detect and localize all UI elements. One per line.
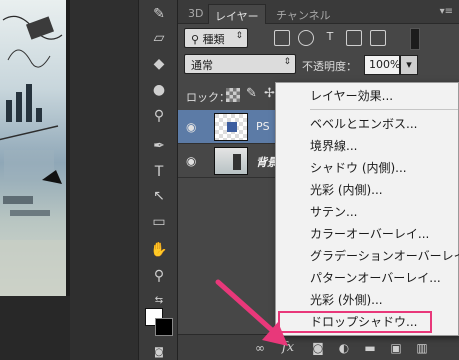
- menu-item-satin[interactable]: サテン...: [276, 201, 459, 223]
- panel-menu-icon[interactable]: ▾≡: [440, 6, 453, 17]
- type-filter-icon[interactable]: T: [322, 30, 338, 46]
- dodge-icon[interactable]: ⚲: [148, 106, 170, 126]
- menu-item-outer-glow[interactable]: 光彩 (外側)...: [276, 289, 459, 311]
- blend-mode-select[interactable]: 通常 ⇕: [184, 54, 296, 74]
- paint-bucket-icon[interactable]: ◆: [148, 54, 170, 74]
- blend-mode-value: 通常: [191, 59, 213, 72]
- layer-filter-select[interactable]: ⚲ 種類 ⇕: [184, 28, 248, 48]
- new-layer-icon[interactable]: ▣: [388, 340, 404, 356]
- menu-item-pattern-overlay[interactable]: パターンオーバーレイ...: [276, 267, 459, 289]
- opacity-dropdown-button[interactable]: ▾: [400, 55, 418, 75]
- thumbnail-content: [227, 122, 237, 132]
- fx-button[interactable]: fx: [280, 340, 296, 356]
- panel-tab-bar: 3D レイヤー チャンネル ▾≡: [178, 0, 459, 24]
- menu-item-drop-shadow[interactable]: ドロップシャドウ...: [278, 311, 432, 333]
- filter-toggle-switch[interactable]: [410, 28, 420, 50]
- tab-channels[interactable]: チャンネル: [270, 4, 337, 24]
- artwork-image: [0, 0, 66, 296]
- type-tool-icon[interactable]: T: [148, 162, 170, 182]
- tools-panel: ✎ ▱ ◆ ● ⚲ ✒ T ↖ ▭ ✋ ⚲ ⇆ ◙: [138, 0, 178, 360]
- pixel-filter-icon[interactable]: [274, 30, 290, 46]
- delete-layer-icon[interactable]: ▥: [414, 340, 430, 356]
- thumbnail-content: [233, 154, 241, 170]
- smart-object-filter-icon[interactable]: [370, 30, 386, 46]
- blur-icon[interactable]: ●: [148, 80, 170, 100]
- zoom-tool-icon[interactable]: ⚲: [148, 266, 170, 286]
- menu-item-gradient-overlay[interactable]: グラデーションオーバーレイ...: [276, 245, 459, 267]
- layers-panel-footer: ∞ fx ◙ ◐ ▬ ▣ ▥: [178, 334, 459, 360]
- lock-brush-icon[interactable]: ✎: [246, 86, 257, 101]
- layer-name-ps[interactable]: PS: [256, 120, 270, 133]
- menu-item-inner-glow[interactable]: 光彩 (内側)...: [276, 179, 459, 201]
- filter-search-icon: ⚲: [191, 33, 203, 46]
- opacity-field[interactable]: 100%: [364, 55, 400, 75]
- lock-position-icon[interactable]: ✢: [264, 86, 275, 101]
- adjustment-filter-icon[interactable]: [298, 30, 314, 46]
- history-brush-icon[interactable]: ✎: [148, 4, 170, 24]
- menu-separator: [310, 109, 458, 110]
- canvas-area[interactable]: [0, 0, 138, 360]
- eye-icon[interactable]: ◉: [186, 154, 202, 168]
- filter-kind-label: 種類: [202, 33, 225, 46]
- menu-item-bevel-emboss[interactable]: ベベルとエンボス...: [276, 113, 459, 135]
- chevron-down-icon: ⇕: [235, 31, 243, 41]
- opacity-label: 不透明度：: [302, 60, 357, 73]
- menu-item-layer-effects[interactable]: レイヤー効果...: [276, 85, 459, 107]
- layer-thumbnail: [214, 113, 248, 141]
- eye-icon[interactable]: ◉: [186, 120, 202, 134]
- lock-label: ロック：: [186, 91, 230, 104]
- shape-filter-icon[interactable]: [346, 30, 362, 46]
- eraser-icon[interactable]: ▱: [148, 28, 170, 48]
- layer-thumbnail: [214, 147, 248, 175]
- add-mask-icon[interactable]: ◙: [310, 340, 326, 356]
- lock-transparent-icon[interactable]: [226, 88, 240, 102]
- new-group-icon[interactable]: ▬: [362, 340, 378, 356]
- hand-tool-icon[interactable]: ✋: [148, 240, 170, 260]
- quick-mask-icon[interactable]: ◙: [148, 342, 170, 360]
- layer-style-menu: レイヤー効果... ベベルとエンボス... 境界線... シャドウ (内側)..…: [275, 82, 459, 336]
- canvas-background: [70, 0, 138, 360]
- pen-icon[interactable]: ✒: [148, 136, 170, 156]
- menu-item-color-overlay[interactable]: カラーオーバーレイ...: [276, 223, 459, 245]
- rectangle-tool-icon[interactable]: ▭: [148, 212, 170, 232]
- link-layers-icon[interactable]: ∞: [252, 340, 268, 356]
- background-color-swatch[interactable]: [155, 318, 173, 336]
- menu-item-stroke[interactable]: 境界線...: [276, 135, 459, 157]
- tab-3d[interactable]: 3D: [182, 4, 209, 24]
- swap-colors-icon[interactable]: ⇆: [148, 290, 170, 310]
- menu-item-inner-shadow[interactable]: シャドウ (内側)...: [276, 157, 459, 179]
- chevron-updown-icon: ⇕: [283, 57, 291, 67]
- tab-layers[interactable]: レイヤー: [208, 4, 266, 24]
- path-selection-icon[interactable]: ↖: [148, 186, 170, 206]
- adjustment-layer-icon[interactable]: ◐: [336, 340, 352, 356]
